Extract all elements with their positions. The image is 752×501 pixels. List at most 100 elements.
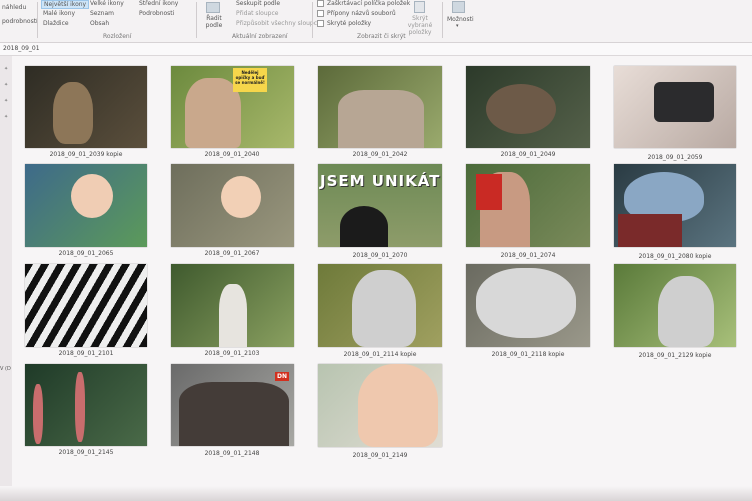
hide-selected-icon <box>414 1 425 13</box>
file-name[interactable]: 2018_09_01_2149 <box>353 452 408 459</box>
lemur-shape <box>476 268 576 338</box>
layout-content[interactable]: Obsah <box>90 20 109 27</box>
file-name[interactable]: 2018_09_01_2129 kopie <box>639 352 712 359</box>
navigation-pane[interactable]: ✦ ✦ ✦ ✦ V (D <box>0 56 12 501</box>
file-extensions-option[interactable]: Přípony názvů souborů <box>317 10 396 17</box>
layout-extra-large-icons[interactable]: Největší ikony <box>41 0 90 9</box>
pin-icon[interactable]: ✦ <box>4 114 8 120</box>
file-name[interactable]: 2018_09_01_2040 <box>205 151 260 158</box>
file-name[interactable]: 2018_09_01_2065 <box>59 250 114 257</box>
woman-shape <box>358 364 438 447</box>
file-thumbnail[interactable] <box>25 364 147 446</box>
otter-shape <box>486 84 556 134</box>
file-name[interactable]: 2018_09_01_2039 kopie <box>50 151 123 158</box>
checkbox-label: Přípony názvů souborů <box>327 10 396 17</box>
file-thumbnail[interactable] <box>318 264 442 347</box>
man-shape <box>219 284 247 347</box>
preview-pane-label[interactable]: náhledu <box>2 4 26 11</box>
layout-details[interactable]: Podrobnosti <box>139 10 174 17</box>
group-label-layout: Rozložení <box>103 33 132 40</box>
file-thumbnail[interactable] <box>466 164 590 247</box>
ribbon-separator <box>442 2 443 38</box>
owl-shape <box>53 82 93 144</box>
ribbon: náhledu podrobností Největší ikony Velké… <box>0 0 752 43</box>
item-checkboxes-option[interactable]: Zaškrtávací políčka položek <box>317 0 410 7</box>
file-name[interactable]: 2018_09_01_2118 kopie <box>492 351 565 358</box>
file-thumbnail[interactable]: DN <box>171 364 294 446</box>
sort-icon <box>206 2 220 13</box>
window-bottom-edge <box>0 486 752 501</box>
options-icon <box>452 1 465 13</box>
checkbox-label: Skryté položky <box>327 20 372 27</box>
baby-shape <box>71 174 113 218</box>
file-name[interactable]: 2018_09_01_2059 <box>648 154 703 161</box>
group-by-button[interactable]: Seskupit podle <box>236 0 280 7</box>
flamingo-shape <box>75 372 85 442</box>
photo-caption-banner: JSEM UNIKÁT <box>320 172 441 190</box>
checkbox[interactable] <box>317 20 324 27</box>
hide-selected-button[interactable]: Skrýt vybrané položky <box>401 15 439 36</box>
group-label-current-view: Aktuální zobrazení <box>232 33 288 40</box>
speech-bubble: Nedělej opičky a buď se normálně! <box>233 68 267 92</box>
file-name[interactable]: 2018_09_01_2049 <box>501 151 556 158</box>
people-shape <box>338 90 424 148</box>
ribbon-separator <box>312 2 313 38</box>
family-shape <box>179 382 289 446</box>
checkbox-label: Zaškrtávací políčka položek <box>327 0 411 7</box>
add-columns-button[interactable]: Přidat sloupce <box>236 10 278 17</box>
file-name[interactable]: 2018_09_01_2101 <box>59 350 114 357</box>
file-thumbnail[interactable] <box>171 264 294 347</box>
file-thumbnail[interactable] <box>614 66 736 148</box>
file-thumbnail[interactable] <box>614 164 736 247</box>
file-thumbnail[interactable] <box>171 164 294 247</box>
file-thumbnail[interactable]: Nedělej opičky a buď se normálně! <box>171 66 294 148</box>
camera-shape <box>654 82 714 122</box>
file-name[interactable]: 2018_09_01_2074 <box>501 252 556 259</box>
baby-shape <box>221 176 261 218</box>
file-thumbnail[interactable] <box>466 66 590 148</box>
lemur-shape <box>352 270 416 347</box>
flamingo-shape <box>33 384 43 444</box>
address-bar[interactable]: 2018_09_01 <box>0 43 752 56</box>
pin-icon[interactable]: ✦ <box>4 66 8 72</box>
hidden-items-option[interactable]: Skryté položky <box>317 20 371 27</box>
checkbox[interactable] <box>317 10 324 17</box>
drive-label[interactable]: V (D <box>0 366 11 372</box>
layout-medium-icons[interactable]: Střední ikony <box>139 0 178 7</box>
lemur-shape <box>658 276 714 347</box>
file-view[interactable]: 2018_09_01_2039 kopie Nedělej opičky a b… <box>12 56 752 501</box>
file-thumbnail[interactable] <box>25 66 147 148</box>
file-name[interactable]: 2018_09_01_2080 kopie <box>639 253 712 260</box>
file-name[interactable]: 2018_09_01_2145 <box>59 449 114 456</box>
file-thumbnail[interactable]: JSEM UNIKÁT <box>318 164 442 247</box>
file-thumbnail[interactable] <box>318 364 442 447</box>
group-label-show-hide: Zobrazit či skrýt <box>357 33 406 40</box>
checkbox[interactable] <box>317 0 324 7</box>
size-all-columns-button[interactable]: Přizpůsobit všechny sloupce <box>236 20 321 27</box>
bear-shape <box>340 206 388 247</box>
chevron-down-icon[interactable]: ▾ <box>456 23 459 29</box>
file-thumbnail[interactable] <box>466 264 590 347</box>
file-thumbnail[interactable] <box>614 264 736 347</box>
file-thumbnail[interactable] <box>318 66 442 148</box>
file-thumbnail[interactable] <box>25 164 147 247</box>
details-pane-label[interactable]: podrobností <box>2 18 38 25</box>
sort-by-button[interactable]: Řadit podle <box>204 15 224 29</box>
breadcrumb[interactable]: 2018_09_01 <box>3 45 40 52</box>
file-name[interactable]: 2018_09_01_2067 <box>205 250 260 257</box>
layout-list[interactable]: Seznam <box>90 10 114 17</box>
file-name[interactable]: 2018_09_01_2070 <box>353 252 408 259</box>
options-button[interactable]: Možnosti <box>447 16 474 23</box>
bird-body-shape <box>618 214 682 247</box>
file-name[interactable]: 2018_09_01_2042 <box>353 151 408 158</box>
layout-tiles[interactable]: Dlaždice <box>43 20 69 27</box>
pin-icon[interactable]: ✦ <box>4 82 8 88</box>
file-name[interactable]: 2018_09_01_2103 <box>205 350 260 357</box>
file-thumbnail[interactable] <box>25 264 147 347</box>
ribbon-separator <box>37 2 38 38</box>
file-name[interactable]: 2018_09_01_2114 kopie <box>344 351 417 358</box>
pin-icon[interactable]: ✦ <box>4 98 8 104</box>
layout-large-icons[interactable]: Velké ikony <box>90 0 124 7</box>
layout-small-icons[interactable]: Malé ikony <box>43 10 75 17</box>
file-name[interactable]: 2018_09_01_2148 <box>205 450 260 457</box>
